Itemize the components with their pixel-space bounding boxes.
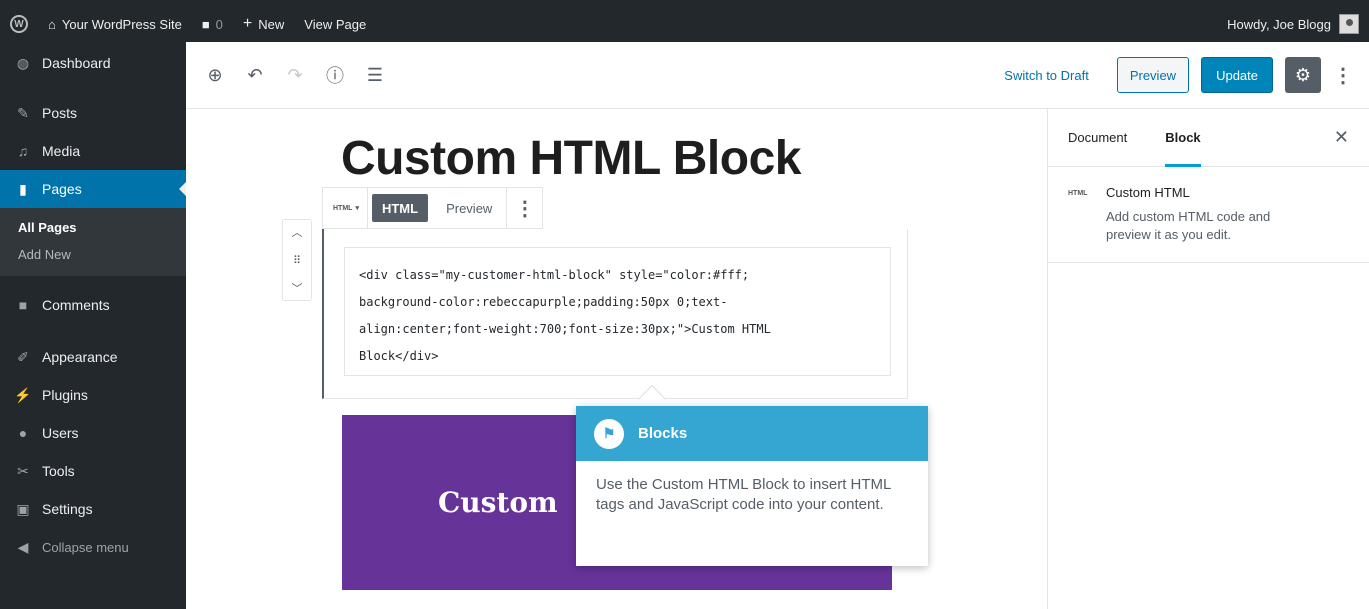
home-icon: ⌂ xyxy=(48,16,56,32)
tab-document[interactable]: Document xyxy=(1068,109,1127,167)
undo-icon[interactable]: ↶ xyxy=(244,65,266,86)
sidebar-item-settings[interactable]: ▣ Settings xyxy=(0,490,186,528)
block-toolbar: HTML ▾ HTML Preview ⋮ xyxy=(322,187,544,229)
brush-icon: ✐ xyxy=(17,348,29,365)
settings-sidebar: Document Block ✕ HTML Custom HTML Add cu… xyxy=(1047,109,1369,609)
sidebar-item-label: Users xyxy=(42,425,79,441)
sidebar-item-label: Plugins xyxy=(42,387,88,403)
sidebar-item-users[interactable]: ● Users xyxy=(0,414,186,452)
sidebar-item-label: Settings xyxy=(42,501,93,517)
submenu-add-new[interactable]: Add New xyxy=(0,241,186,268)
redo-icon[interactable]: ↷ xyxy=(284,65,306,86)
comments-count: 0 xyxy=(215,16,223,32)
block-card-description: Add custom HTML code and preview it as y… xyxy=(1106,209,1271,242)
submenu-all-pages[interactable]: All Pages xyxy=(0,214,186,241)
custom-html-block: <div class="my-customer-html-block" styl… xyxy=(322,229,908,399)
collapse-icon: ◀ xyxy=(17,538,29,555)
site-name-label: Your WordPress Site xyxy=(61,16,182,32)
more-options-icon[interactable]: ⋮ xyxy=(1333,63,1353,88)
sidebar-item-media[interactable]: ♫ Media xyxy=(0,132,186,170)
sidebar-item-label: Appearance xyxy=(42,349,118,365)
html-code-editor[interactable]: <div class="my-customer-html-block" styl… xyxy=(344,247,891,376)
new-label: New xyxy=(258,16,285,32)
media-icon: ♫ xyxy=(17,143,29,159)
sidebar-item-dashboard[interactable]: ◍ Dashboard xyxy=(0,42,186,84)
code-line: align:center;font-weight:700;font-size:3… xyxy=(359,322,771,336)
add-block-icon[interactable]: ⊕ xyxy=(204,65,226,86)
block-switcher-label: HTML xyxy=(333,204,353,212)
code-line: Block</div> xyxy=(359,349,439,363)
comment-icon: ■ xyxy=(18,297,28,313)
block-switcher[interactable]: HTML ▾ xyxy=(323,188,368,228)
sidebar-item-label: Tools xyxy=(42,463,75,479)
collapse-menu-button[interactable]: ◀ Collapse menu xyxy=(0,528,186,566)
update-button[interactable]: Update xyxy=(1201,57,1273,93)
html-block-icon: HTML xyxy=(1068,190,1088,197)
sidebar-item-plugins[interactable]: ⚡ Plugins xyxy=(0,376,186,414)
site-name-link[interactable]: ⌂ Your WordPress Site xyxy=(48,17,182,32)
close-icon[interactable]: ✕ xyxy=(1334,127,1349,148)
info-icon[interactable]: ⓘ xyxy=(324,62,346,88)
tooltip-body: Use the Custom HTML Block to insert HTML… xyxy=(596,476,891,513)
tab-preview[interactable]: Preview xyxy=(436,194,502,222)
sidebar-item-comments[interactable]: ■ Comments xyxy=(0,286,186,324)
tooltip-header: ⚑ Blocks xyxy=(576,406,928,461)
sidebar-item-posts[interactable]: ✎ Posts xyxy=(0,94,186,132)
admin-bar: W ⌂ Your WordPress Site ■ 0 + New View P… xyxy=(0,0,1369,42)
editor-canvas: Custom HTML Block ︿ ⠿ ﹀ HTML ▾ HTML Prev… xyxy=(186,109,1047,609)
settings-gear-icon[interactable]: ⚙ xyxy=(1285,57,1321,93)
block-more-options-icon[interactable]: ⋮ xyxy=(506,188,542,228)
flag-icon: ⚑ xyxy=(594,418,624,449)
drag-handle-icon[interactable]: ⠿ xyxy=(293,254,301,267)
avatar[interactable] xyxy=(1339,14,1359,34)
user-icon: ● xyxy=(18,425,28,441)
sidebar-item-label: Media xyxy=(42,143,81,159)
tab-html[interactable]: HTML xyxy=(371,194,429,222)
wordpress-logo-icon[interactable]: W xyxy=(10,15,28,33)
pages-submenu: All Pages Add New xyxy=(0,208,186,276)
sidebar-item-appearance[interactable]: ✐ Appearance xyxy=(0,338,186,376)
sidebar-item-label: Comments xyxy=(42,297,110,313)
view-page-link[interactable]: View Page xyxy=(304,17,366,32)
new-content-link[interactable]: + New xyxy=(243,15,284,33)
plug-icon: ⚡ xyxy=(14,386,32,403)
pages-icon: ▮ xyxy=(19,180,27,197)
comment-icon: ■ xyxy=(201,16,210,32)
post-title[interactable]: Custom HTML Block xyxy=(341,131,801,186)
tab-block[interactable]: Block xyxy=(1165,109,1201,167)
sidebar-item-tools[interactable]: ✂ Tools xyxy=(0,452,186,490)
editor-header-toolbar: ⊕ ↶ ↷ ⓘ ☰ Switch to Draft Preview Update… xyxy=(186,42,1369,109)
code-line: <div class="my-customer-html-block" styl… xyxy=(359,268,750,282)
collapse-menu-label: Collapse menu xyxy=(42,539,129,555)
code-line: background-color:rebeccapurple;padding:5… xyxy=(359,295,728,309)
dashboard-icon: ◍ xyxy=(16,54,30,71)
block-navigation-icon[interactable]: ☰ xyxy=(364,65,386,86)
block-mover: ︿ ⠿ ﹀ xyxy=(282,219,312,301)
block-card-title: Custom HTML xyxy=(1106,185,1190,200)
preview-button[interactable]: Preview xyxy=(1116,57,1190,93)
comments-link[interactable]: ■ 0 xyxy=(202,17,223,32)
plus-icon: + xyxy=(242,15,253,32)
settings-icon: ▣ xyxy=(16,500,30,517)
move-down-icon[interactable]: ﹀ xyxy=(292,280,303,296)
sidebar-item-label: Dashboard xyxy=(42,55,111,71)
sidebar-item-pages[interactable]: ▮ Pages xyxy=(0,170,187,208)
wrench-icon: ✂ xyxy=(17,462,29,479)
block-card: HTML Custom HTML Add custom HTML code an… xyxy=(1048,167,1369,263)
pin-icon: ✎ xyxy=(17,104,29,121)
blocks-tooltip: ⚑ Blocks Use the Custom HTML Block to in… xyxy=(576,406,928,566)
admin-sidebar: ◍ Dashboard ✎ Posts ♫ Media ▮ Pages All … xyxy=(0,42,187,609)
tooltip-title: Blocks xyxy=(638,425,688,442)
preview-text: Custom xyxy=(438,486,558,519)
move-up-icon[interactable]: ︿ xyxy=(292,224,303,240)
sidebar-item-label: Pages xyxy=(42,181,82,197)
sidebar-item-label: Posts xyxy=(42,105,78,121)
switch-to-draft-button[interactable]: Switch to Draft xyxy=(1004,68,1089,83)
chevron-down-icon: ▾ xyxy=(355,205,359,212)
howdy-user[interactable]: Howdy, Joe Blogg xyxy=(1227,17,1331,32)
